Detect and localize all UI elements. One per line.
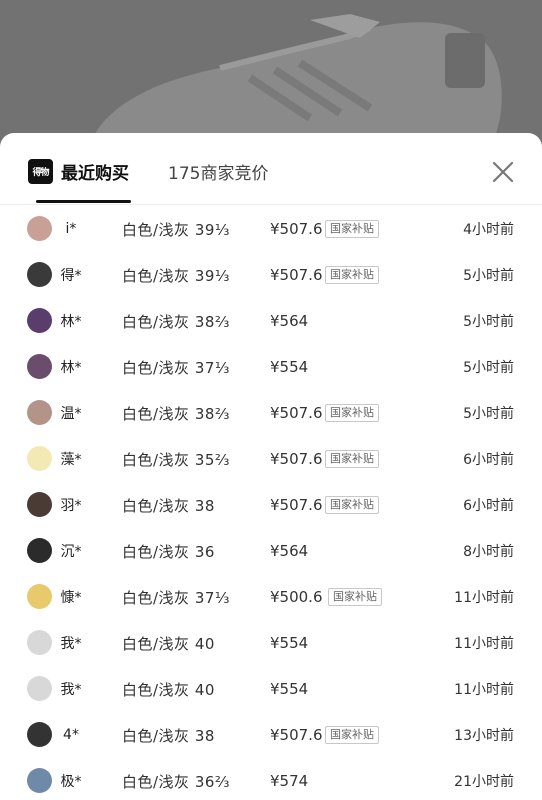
avatar [27,354,52,379]
sneaker-image [85,14,502,150]
tab-bids-label: 175商家竞价 [168,164,269,184]
price-label: ¥507.6 [270,496,323,514]
variant-label: 白色/浅灰 39⅓ [122,220,230,239]
variant-label: 白色/浅灰 38 [122,496,215,515]
avatar [27,308,52,333]
product-image [0,0,542,150]
purchase-row: 羽* 白色/浅灰 38 ¥507.6 国家补贴 6小时前 [14,482,528,528]
purchase-row: 温* 白色/浅灰 38⅔ ¥507.6 国家补贴 5小时前 [14,390,528,436]
purchase-time: 5小时前 [463,268,514,284]
buyer-name: 沉* [60,544,82,560]
price-label: ¥500.6 [270,588,323,606]
avatar [27,446,52,471]
price-label: ¥507.6 [270,450,323,468]
purchase-time: 11小时前 [454,636,514,652]
app-logo-icon: 得物 [28,159,53,184]
avatar [27,538,52,563]
avatar [27,584,52,609]
purchase-row: 极* 白色/浅灰 36⅔ ¥574 21小时前 [14,758,528,800]
price-label: ¥564 [270,542,309,560]
buyer-name: i* [65,221,77,237]
buyer-name: 我* [60,636,82,652]
avatar [27,400,52,425]
variant-label: 白色/浅灰 35⅔ [122,450,230,469]
avatar [27,216,52,241]
avatar [27,262,52,287]
tab-recent-label: 最近购买 [61,164,129,184]
active-tab-indicator [36,200,131,203]
avatar [27,722,52,747]
buyer-name: 得* [60,268,82,284]
purchase-time: 4小时前 [463,222,514,238]
purchase-row: 得* 白色/浅灰 39⅓ ¥507.6 国家补贴 5小时前 [14,252,528,298]
purchase-time: 5小时前 [463,360,514,376]
purchase-row: 林* 白色/浅灰 38⅔ ¥564 5小时前 [14,298,528,344]
purchase-time: 5小时前 [463,314,514,330]
price-label: ¥507.6 [270,726,323,744]
avatar [27,676,52,701]
price-label: ¥507.6 [270,266,323,284]
buyer-name: 温* [60,406,82,422]
subsidy-badge: 国家补贴 [325,404,379,422]
subsidy-badge: 国家补贴 [325,726,379,744]
buyer-name: 藻* [60,452,82,468]
sheet-header: 得物 最近购买 175商家竞价 [0,133,542,205]
buyer-name: 林* [60,360,82,376]
variant-label: 白色/浅灰 37⅓ [122,588,230,607]
price-label: ¥574 [270,772,309,790]
buyer-name: 4* [63,727,79,743]
price-label: ¥554 [270,634,309,652]
purchase-row: 藻* 白色/浅灰 35⅔ ¥507.6 国家补贴 6小时前 [14,436,528,482]
purchase-row: 慷* 白色/浅灰 37⅓ ¥500.6 国家补贴 11小时前 [14,574,528,620]
price-label: ¥554 [270,680,309,698]
buyer-name: 林* [60,314,82,330]
purchase-time: 11小时前 [454,590,514,606]
avatar [27,630,52,655]
subsidy-badge: 国家补贴 [328,588,382,606]
subsidy-badge: 国家补贴 [325,266,379,284]
recent-purchases-sheet: 得物 最近购买 175商家竞价 i* 白色/浅灰 39⅓ ¥507.6 国家补贴 4小时… [0,133,542,800]
variant-label: 白色/浅灰 40 [122,680,215,699]
purchase-time: 6小时前 [463,452,514,468]
purchase-row: 沉* 白色/浅灰 36 ¥564 8小时前 [14,528,528,574]
purchase-time: 21小时前 [454,774,514,790]
variant-label: 白色/浅灰 36⅔ [122,772,230,791]
variant-label: 白色/浅灰 38⅔ [122,312,230,331]
purchase-time: 5小时前 [463,406,514,422]
price-label: ¥507.6 [270,404,323,422]
subsidy-badge: 国家补贴 [325,496,379,514]
price-label: ¥564 [270,312,309,330]
variant-label: 白色/浅灰 38⅔ [122,404,230,423]
purchase-row: 林* 白色/浅灰 37⅓ ¥554 5小时前 [14,344,528,390]
subsidy-badge: 国家补贴 [325,450,379,468]
avatar [27,768,52,793]
variant-label: 白色/浅灰 40 [122,634,215,653]
purchase-row: 4* 白色/浅灰 38 ¥507.6 国家补贴 13小时前 [14,712,528,758]
variant-label: 白色/浅灰 36 [122,542,215,561]
price-label: ¥554 [270,358,309,376]
tab-recent-purchases[interactable]: 得物 最近购买 [28,159,129,184]
close-icon[interactable] [490,159,516,185]
purchase-row: i* 白色/浅灰 39⅓ ¥507.6 国家补贴 4小时前 [14,206,528,252]
purchase-row: 我* 白色/浅灰 40 ¥554 11小时前 [14,666,528,712]
buyer-name: 极* [60,774,82,790]
avatar [27,492,52,517]
purchase-time: 13小时前 [454,728,514,744]
purchase-time: 11小时前 [454,682,514,698]
purchase-list: i* 白色/浅灰 39⅓ ¥507.6 国家补贴 4小时前 得* 白色/浅灰 39⅓ ¥507… [14,206,528,800]
buyer-name: 我* [60,682,82,698]
price-label: ¥507.6 [270,220,323,238]
tab-merchant-bids[interactable]: 175商家竞价 [168,159,268,184]
subsidy-badge: 国家补贴 [325,220,379,238]
purchase-time: 8小时前 [463,544,514,560]
variant-label: 白色/浅灰 38 [122,726,215,745]
buyer-name: 慷* [60,590,82,606]
buyer-name: 羽* [60,498,82,514]
purchase-row: 我* 白色/浅灰 40 ¥554 11小时前 [14,620,528,666]
variant-label: 白色/浅灰 39⅓ [122,266,230,285]
purchase-time: 6小时前 [463,498,514,514]
variant-label: 白色/浅灰 37⅓ [122,358,230,377]
